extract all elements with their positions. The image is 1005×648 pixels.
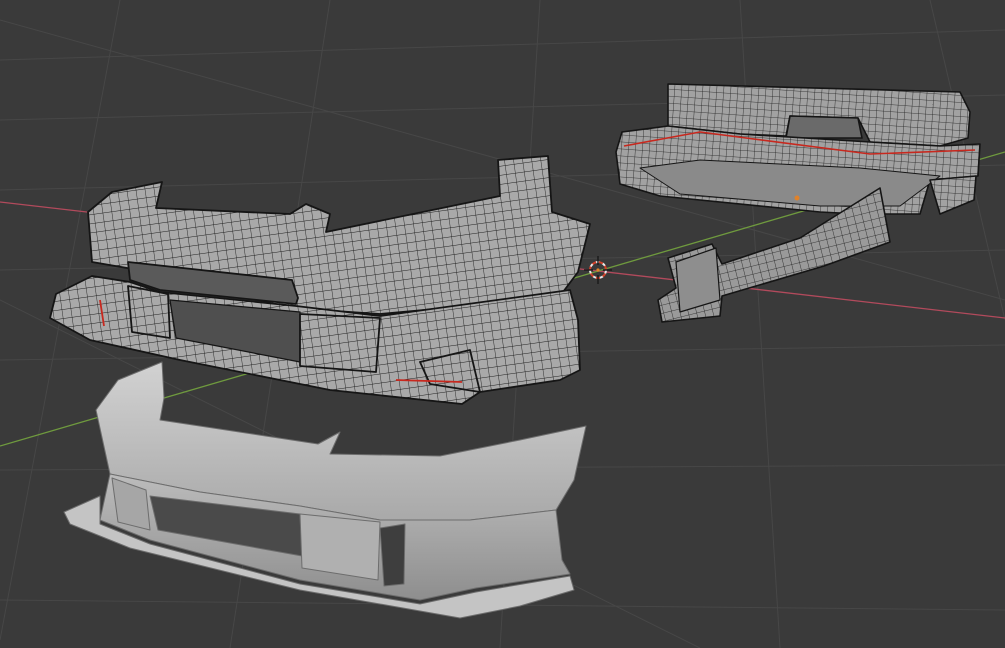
front-bumper-wireframe[interactable] — [49, 155, 591, 405]
rear-bumper-wireframe[interactable] — [615, 83, 981, 215]
3d-viewport[interactable] — [0, 0, 1005, 648]
viewport-canvas[interactable] — [0, 0, 1005, 648]
front-bumper-left-strut — [127, 285, 171, 339]
front-bumper-center-strut — [299, 313, 381, 373]
rear-bumper-license-recess — [785, 115, 863, 139]
3d-cursor-icon[interactable] — [584, 256, 612, 284]
rear-bumper-right-fin — [929, 175, 977, 215]
solid-bumper-right-vent — [379, 523, 406, 587]
rear-bumper-origin-dot — [794, 195, 800, 201]
front-bumper-solid[interactable] — [63, 361, 587, 619]
